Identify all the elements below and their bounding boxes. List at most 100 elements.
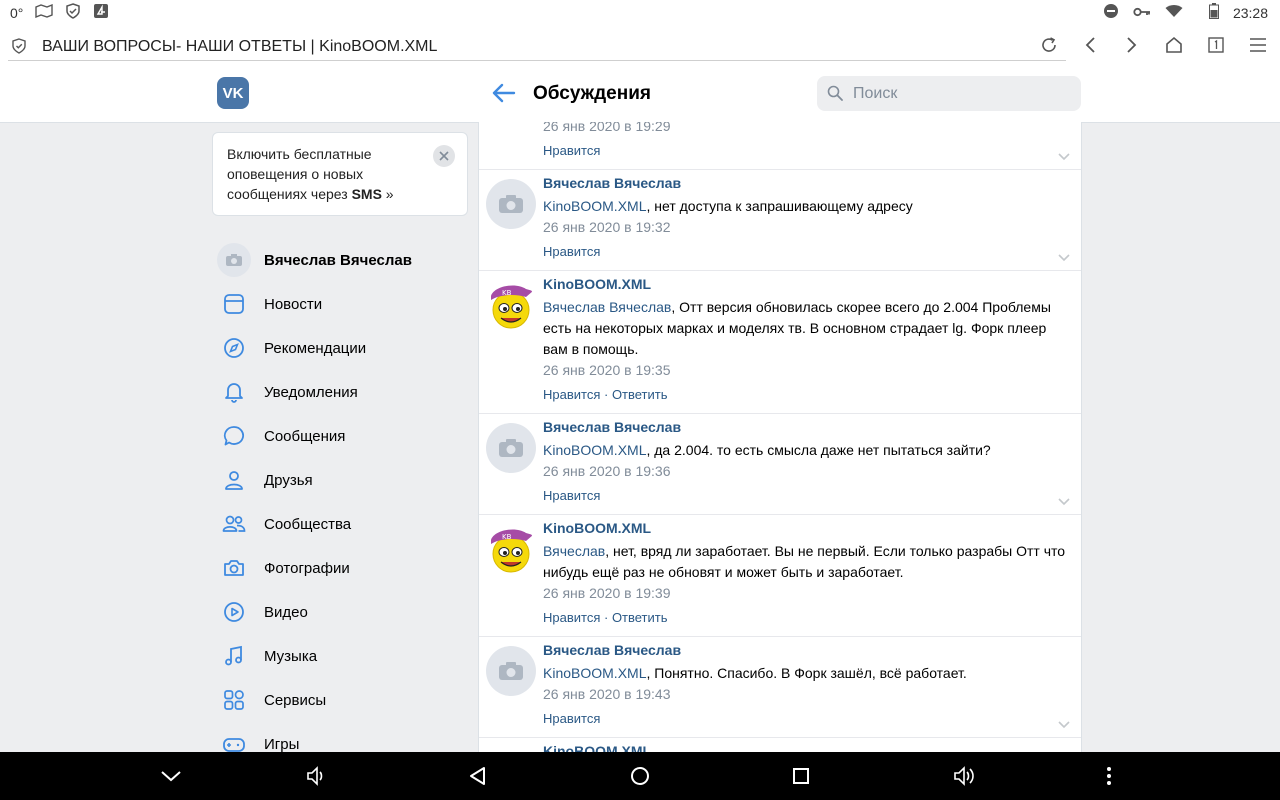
reload-icon[interactable]	[1040, 36, 1058, 59]
smiley-mascot-icon: KB	[491, 285, 533, 329]
compass-icon	[212, 326, 256, 370]
tabs-icon[interactable]	[1202, 32, 1230, 58]
nav-item-music[interactable]: Музыка	[212, 634, 472, 678]
comment-date[interactable]: 26 янв 2020 в 19:29	[543, 122, 671, 134]
comment-item: 26 янв 2020 в 19:29 Нравится	[479, 122, 1081, 170]
comment-author[interactable]: Вячеслав Вячеслав	[543, 642, 681, 658]
volume-down-icon[interactable]	[304, 764, 328, 788]
comment-text: KinoBOOM.XML, нет доступа к запрашивающе…	[543, 198, 913, 214]
mention-link[interactable]: KinoBOOM.XML	[543, 442, 646, 458]
more-vertical-icon[interactable]	[1097, 764, 1121, 788]
comment-actions: Нравится · Ответить	[543, 387, 668, 402]
like-link[interactable]: Нравится	[543, 610, 600, 625]
back-arrow-icon[interactable]	[490, 82, 516, 104]
music-icon	[212, 634, 256, 678]
search-input[interactable]	[851, 82, 1075, 106]
svg-text:KB: KB	[502, 533, 512, 541]
secure-shield-icon	[12, 38, 26, 59]
like-link[interactable]: Нравится	[543, 387, 600, 402]
close-icon[interactable]	[433, 145, 455, 167]
avatar[interactable]	[486, 179, 536, 229]
chevron-down-icon[interactable]	[1057, 249, 1071, 262]
address-bar[interactable]: ВАШИ ВОПРОСЫ- НАШИ ОТВЕТЫ | KinoBOOM.XML	[8, 30, 1066, 61]
bell-icon	[212, 370, 256, 414]
nav-item-news[interactable]: Новости	[212, 282, 472, 326]
sms-promo-card: Включить бесплатные оповещения о новых с…	[212, 132, 468, 216]
comment-date[interactable]: 26 янв 2020 в 19:43	[543, 686, 671, 702]
like-link[interactable]: Нравится	[543, 711, 600, 726]
avatar[interactable]: KB	[486, 280, 536, 330]
camera-placeholder-icon	[499, 439, 523, 457]
volume-up-icon[interactable]	[952, 764, 976, 788]
browser-toolbar: ВАШИ ВОПРОСЫ- НАШИ ОТВЕТЫ | KinoBOOM.XML	[0, 26, 1280, 64]
chevron-down-icon[interactable]	[1057, 148, 1071, 161]
left-navigation: Вячеслав Вячеслав Новости Рекомендации У…	[212, 238, 472, 766]
mention-link[interactable]: Вячеслав Вячеслав	[543, 299, 671, 315]
comment-date[interactable]: 26 янв 2020 в 19:39	[543, 585, 671, 601]
nav-item-photos[interactable]: Фотографии	[212, 546, 472, 590]
nav-item-communities[interactable]: Сообщества	[212, 502, 472, 546]
chevron-down-icon[interactable]	[1057, 493, 1071, 506]
comment-text: KinoBOOM.XML, да 2.004. то есть смысла д…	[543, 442, 991, 458]
clock-label: 23:28	[1232, 4, 1268, 21]
chat-icon	[212, 414, 256, 458]
avatar[interactable]	[486, 646, 536, 696]
reply-link[interactable]: Ответить	[612, 610, 668, 625]
reply-link[interactable]: Ответить	[612, 387, 668, 402]
profile-name: Вячеслав Вячеслав	[264, 251, 412, 269]
chevron-down-icon[interactable]	[1057, 716, 1071, 729]
news-icon	[212, 282, 256, 326]
comment-author[interactable]: KinoBOOM.XML	[543, 520, 651, 536]
comment-date[interactable]: 26 янв 2020 в 19:36	[543, 463, 671, 479]
camera-placeholder-icon	[499, 662, 523, 680]
nav-item-friends[interactable]: Друзья	[212, 458, 472, 502]
mention-link[interactable]: KinoBOOM.XML	[543, 198, 646, 214]
discussion-thread: 26 янв 2020 в 19:29 Нравится Вячеслав Вя…	[478, 122, 1082, 752]
nav-item-notifications[interactable]: Уведомления	[212, 370, 472, 414]
comment-date[interactable]: 26 янв 2020 в 19:32	[543, 219, 671, 235]
nav-item-recommendations[interactable]: Рекомендации	[212, 326, 472, 370]
back-triangle-icon[interactable]	[466, 764, 490, 788]
comment-item: KB KinoBOOM.XML Вячеслав, нет, вряд ли з…	[479, 515, 1081, 637]
comment-author[interactable]: KinoBOOM.XML	[543, 743, 651, 752]
comment-item: Вячеслав Вячеслав KinoBOOM.XML, Понятно.…	[479, 637, 1081, 738]
map-notification-icon	[35, 3, 54, 21]
avatar[interactable]	[486, 423, 536, 473]
vk-header: VK Обсуждения	[0, 64, 1280, 123]
do-not-disturb-icon	[1103, 3, 1119, 22]
like-link[interactable]: Нравится	[543, 244, 600, 259]
battery-icon	[1208, 3, 1219, 22]
comment-text: KinoBOOM.XML, Понятно. Спасибо. В Форк з…	[543, 665, 967, 681]
comment-author[interactable]: KinoBOOM.XML	[543, 276, 651, 292]
comment-item: KinoBOOM.XML	[479, 738, 1081, 752]
recents-square-icon[interactable]	[789, 764, 813, 788]
hide-bar-icon[interactable]	[159, 764, 183, 788]
like-link[interactable]: Нравится	[543, 488, 600, 503]
comment-author[interactable]: Вячеслав Вячеслав	[543, 175, 681, 191]
nav-item-services[interactable]: Сервисы	[212, 678, 472, 722]
camera-icon	[212, 546, 256, 590]
search-icon	[827, 85, 843, 106]
status-bar: 0° 23:28	[0, 0, 1280, 26]
forward-icon[interactable]	[1118, 32, 1146, 58]
smiley-mascot-icon: KB	[491, 529, 533, 573]
home-circle-icon[interactable]	[628, 764, 652, 788]
vk-logo[interactable]: VK	[217, 77, 249, 109]
back-icon[interactable]	[1076, 32, 1104, 58]
avatar[interactable]: KB	[486, 524, 536, 574]
menu-icon[interactable]	[1244, 32, 1272, 58]
group-icon	[212, 502, 256, 546]
mention-link[interactable]: KinoBOOM.XML	[543, 665, 646, 681]
comment-text: Вячеслав, нет, вряд ли заработает. Вы не…	[543, 543, 1066, 580]
nav-item-messages[interactable]: Сообщения	[212, 414, 472, 458]
comment-author[interactable]: Вячеслав Вячеслав	[543, 419, 681, 435]
comment-item: KB KinoBOOM.XML Вячеслав Вячеслав, Отт в…	[479, 271, 1081, 414]
mention-link[interactable]: Вячеслав	[543, 543, 605, 559]
nav-item-video[interactable]: Видео	[212, 590, 472, 634]
like-link[interactable]: Нравится	[543, 143, 600, 158]
play-icon	[212, 590, 256, 634]
nav-item-profile[interactable]: Вячеслав Вячеслав	[212, 238, 472, 282]
comment-date[interactable]: 26 янв 2020 в 19:35	[543, 362, 671, 378]
home-icon[interactable]	[1160, 32, 1188, 58]
sms-promo-text[interactable]: Включить бесплатные оповещения о новых с…	[227, 144, 427, 204]
